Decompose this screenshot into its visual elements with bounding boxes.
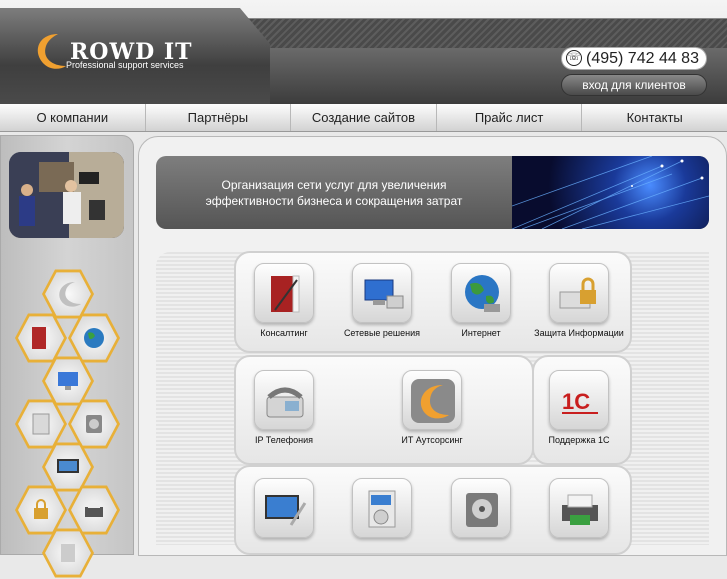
service-printing[interactable] <box>531 478 627 543</box>
hard-drive-icon <box>86 415 102 433</box>
logo-subtitle: Professional support services <box>66 60 184 70</box>
crowd-logo-icon <box>59 282 81 307</box>
service-label: Сетевые решения <box>343 328 421 338</box>
software-box-icon <box>32 413 50 435</box>
service-repair[interactable] <box>236 478 332 543</box>
nav-item-partners[interactable]: Партнёры <box>146 104 292 131</box>
service-label: Поддержка 1С <box>548 435 610 445</box>
header-stripe-band <box>240 18 727 50</box>
service-consulting[interactable]: Консалтинг <box>236 263 332 338</box>
globe-icon <box>465 275 500 312</box>
monitor-icon <box>57 459 79 473</box>
banner-line-1: Организация сети услуг для увеличения <box>221 177 447 192</box>
service-information-security[interactable]: Защита Информации <box>531 263 627 338</box>
service-ip-telephony[interactable]: IP Телефония <box>236 370 332 445</box>
phone-text: (495) 742 44 83 <box>586 50 699 67</box>
nav-item-about[interactable]: О компании <box>0 104 146 131</box>
service-data-recovery[interactable] <box>433 478 529 543</box>
banner-text: Организация сети услуг для увеличения эф… <box>156 156 512 229</box>
crowd-logo-icon[interactable] <box>30 30 68 72</box>
monitor-tools-icon <box>265 495 307 526</box>
book-icon <box>32 327 50 349</box>
client-login-button[interactable]: вход для клиентов <box>561 74 707 96</box>
nav-item-price-list[interactable]: Прайс лист <box>437 104 583 131</box>
printer-icon <box>85 502 103 517</box>
service-it-outsourcing[interactable]: ИТ Аутсорсинг <box>384 370 480 445</box>
phone-icon: ☏ <box>566 50 582 66</box>
network-icon <box>58 372 78 390</box>
nav-item-contacts[interactable]: Контакты <box>582 104 727 131</box>
network-icon <box>364 279 404 309</box>
globe-icon <box>84 328 104 348</box>
nav-item-websites[interactable]: Создание сайтов <box>291 104 437 131</box>
main-nav: О компании Партнёры Создание сайтов Прай… <box>0 104 727 132</box>
1c-icon: 1С <box>562 389 598 414</box>
service-label: Интернет <box>461 328 501 338</box>
service-internet[interactable]: Интернет <box>433 263 529 338</box>
service-software[interactable] <box>334 478 430 543</box>
phone-number: ☏ (495) 742 44 83 <box>561 47 707 70</box>
crowd-logo-icon <box>411 379 455 423</box>
banner-fiber-optic-image <box>511 156 709 229</box>
svg-text:1С: 1С <box>562 389 590 414</box>
header: ROWD IT Professional support services ☏ … <box>0 0 727 104</box>
phone-icon <box>266 387 304 418</box>
printer-icon <box>562 494 598 525</box>
hard-drive-icon <box>466 493 498 527</box>
sidebar-office-photo <box>9 152 124 238</box>
software-box-icon <box>368 490 396 528</box>
service-label: Защита Информации <box>534 328 624 338</box>
banner-line-2: эффективности бизнеса и сокращения затра… <box>205 193 463 208</box>
service-network-solutions[interactable]: Сетевые решения <box>334 263 430 338</box>
promo-banner: Организация сети услуг для увеличения эф… <box>156 156 709 229</box>
service-label: Консалтинг <box>260 328 308 338</box>
lock-icon <box>34 499 48 519</box>
service-1c-support[interactable]: 1С Поддержка 1С <box>531 370 627 445</box>
service-label: ИТ Аутсорсинг <box>401 435 463 445</box>
book-icon <box>271 275 300 313</box>
lock-icon <box>559 277 596 309</box>
document-icon <box>61 544 75 562</box>
service-label: IP Телефония <box>254 435 314 445</box>
